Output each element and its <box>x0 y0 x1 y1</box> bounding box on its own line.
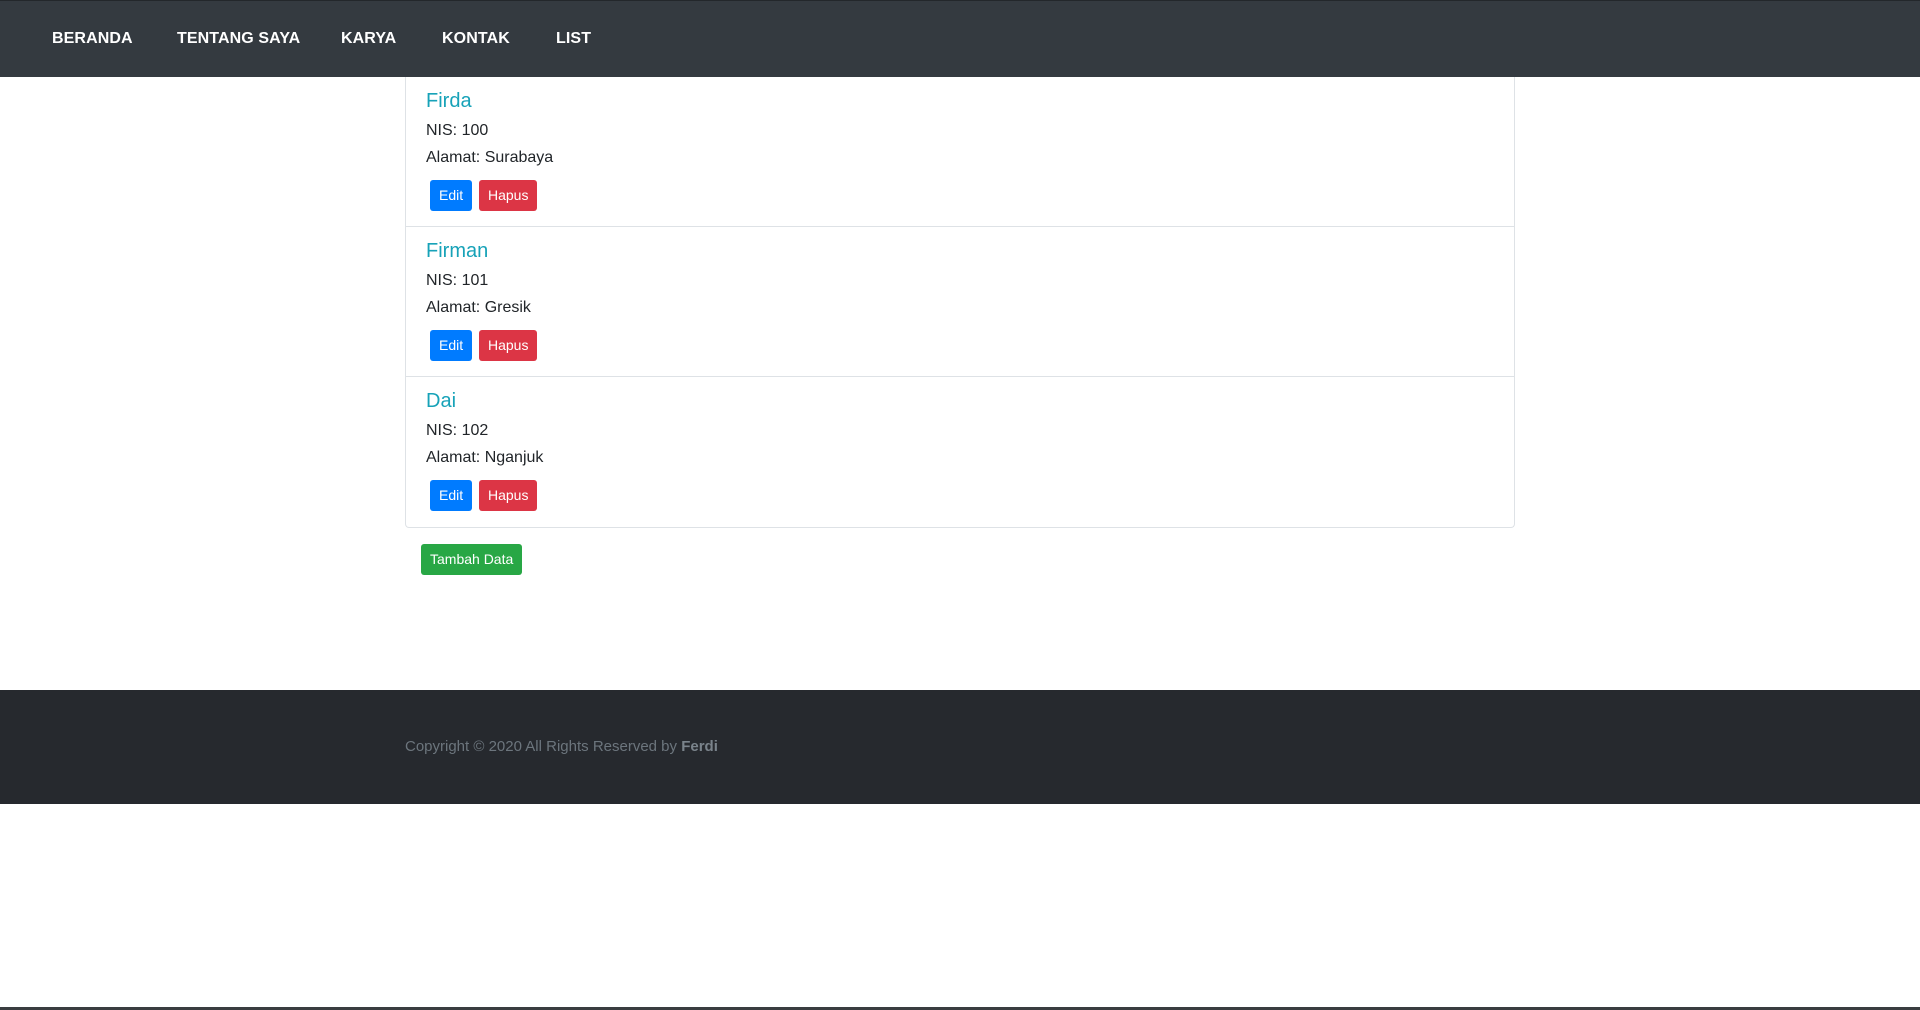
student-name: Firman <box>426 240 489 262</box>
student-nis: NIS: 101 <box>426 272 489 289</box>
student-alamat: Alamat: Gresik <box>426 299 531 316</box>
student-nis: NIS: 102 <box>426 422 489 439</box>
nav-item-kontak[interactable]: KONTAK <box>442 30 510 48</box>
student-name: Dai <box>426 390 457 412</box>
student-nis: NIS: 100 <box>426 122 489 139</box>
delete-button[interactable]: Hapus <box>479 180 538 211</box>
top-navbar: BERANDA TENTANG SAYA KARYA KONTAK LIST <box>0 0 1920 77</box>
list-item: Firda NIS: 100 Alamat: Surabaya Edit Hap… <box>406 77 1514 227</box>
footer-copyright: Copyright © 2020 All Rights Reserved by … <box>405 738 718 755</box>
nav-item-tentang-saya[interactable]: TENTANG SAYA <box>177 30 300 48</box>
student-alamat: Alamat: Nganjuk <box>426 449 544 466</box>
copyright-text: Copyright © 2020 All Rights Reserved by <box>405 738 682 755</box>
page-footer: Copyright © 2020 All Rights Reserved by … <box>0 690 1920 804</box>
student-list: Firda NIS: 100 Alamat: Surabaya Edit Hap… <box>405 77 1515 528</box>
edit-button[interactable]: Edit <box>430 330 473 361</box>
edit-button[interactable]: Edit <box>430 180 473 211</box>
student-name: Firda <box>426 90 472 112</box>
nav-item-karya[interactable]: KARYA <box>341 30 396 48</box>
list-item: Dai NIS: 102 Alamat: Nganjuk Edit Hapus <box>406 377 1514 527</box>
student-alamat: Alamat: Surabaya <box>426 149 554 166</box>
list-item: Firman NIS: 101 Alamat: Gresik Edit Hapu… <box>406 227 1514 377</box>
edit-button[interactable]: Edit <box>430 480 473 511</box>
nav-item-beranda[interactable]: BERANDA <box>52 30 133 48</box>
add-data-button[interactable]: Tambah Data <box>421 544 523 575</box>
delete-button[interactable]: Hapus <box>479 330 538 361</box>
delete-button[interactable]: Hapus <box>479 480 538 511</box>
main-content: Firda NIS: 100 Alamat: Surabaya Edit Hap… <box>405 77 1515 575</box>
nav-item-list[interactable]: LIST <box>556 30 591 48</box>
copyright-author: Ferdi <box>681 738 718 755</box>
